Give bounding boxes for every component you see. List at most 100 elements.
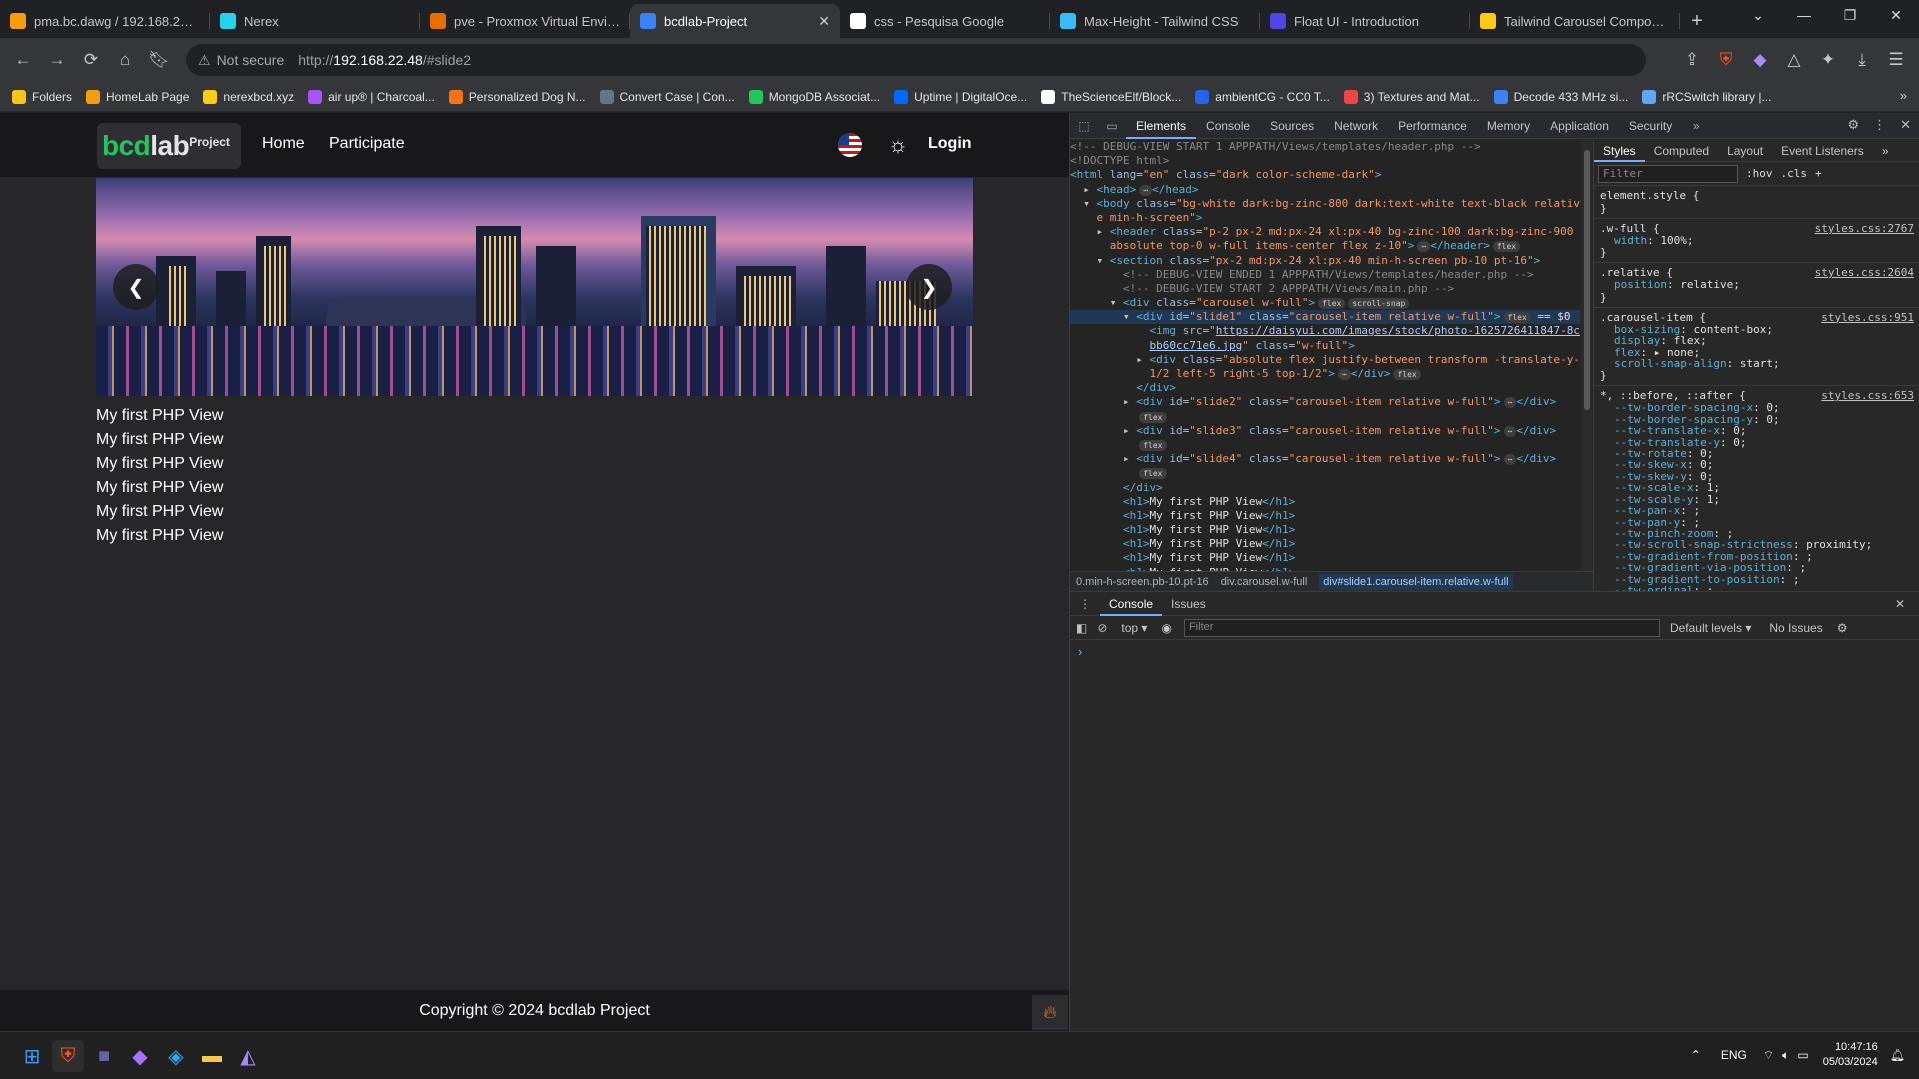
close-tab-icon[interactable]: ✕ (818, 13, 830, 30)
rewards-icon[interactable]: △ (1777, 43, 1811, 77)
nav-home-link[interactable]: Home (262, 135, 305, 153)
css-selector[interactable]: element.style { (1600, 189, 1914, 202)
bookmark-item[interactable]: rRCSwitch library |... (1642, 89, 1771, 104)
language-indicator[interactable]: ENG (1721, 1048, 1747, 1062)
browser-tab[interactable]: Max-Height - Tailwind CSS (1050, 4, 1260, 38)
default-levels-dropdown[interactable]: Default levels ▾ (1670, 621, 1751, 635)
tab-search-icon[interactable]: ⌄ (1735, 0, 1781, 30)
downloads-icon[interactable]: ⤓ (1845, 43, 1879, 77)
devtools-tab-performance[interactable]: Performance (1388, 113, 1477, 139)
bookmark-item[interactable]: Folders (12, 89, 72, 104)
menu-icon[interactable]: ☰ (1879, 43, 1913, 77)
breadcrumb-item-selected[interactable]: div#slide1.carousel-item.relative.w-full (1319, 573, 1513, 590)
bookmark-icon[interactable]: 🔖︎ (142, 43, 176, 77)
carousel-prev-button[interactable]: ❮ (113, 264, 159, 310)
close-devtools-icon[interactable]: ✕ (1900, 117, 1911, 133)
minimize-button[interactable]: — (1781, 0, 1827, 30)
css-declaration[interactable]: width: 100%; (1600, 235, 1914, 246)
site-logo[interactable]: bcdlab Project (97, 123, 241, 169)
inspect-element-icon[interactable]: ⬚ (1070, 119, 1098, 133)
kebab-menu-icon[interactable]: ⋮ (1873, 117, 1886, 133)
drawer-tab-console[interactable]: Console (1100, 592, 1163, 616)
new-tab-button[interactable]: + (1680, 4, 1714, 38)
close-drawer-icon[interactable]: ✕ (1886, 597, 1914, 611)
devtools-tab-sources[interactable]: Sources (1260, 113, 1324, 139)
reload-icon[interactable]: ⟳ (74, 43, 108, 77)
browser-tab[interactable]: Nerex (210, 4, 420, 38)
visual-studio-icon[interactable]: ◆ (124, 1040, 156, 1072)
drawer-menu-icon[interactable]: ⋮ (1070, 597, 1100, 611)
context-select[interactable]: top ▾ (1121, 621, 1147, 635)
devtools-tab-console[interactable]: Console (1196, 113, 1260, 139)
styles-more-icon[interactable]: » (1873, 140, 1898, 162)
settings-icon[interactable]: ⚙ (1847, 117, 1859, 133)
extensions-icon[interactable]: ✦ (1811, 43, 1845, 77)
css-declaration[interactable]: scroll-snap-align: start; (1600, 358, 1914, 369)
hov-toggle[interactable]: :hov (1746, 167, 1773, 180)
obsidian-icon[interactable]: ◭ (232, 1040, 264, 1072)
vscode-icon[interactable]: ◈ (160, 1040, 192, 1072)
browser-tab[interactable]: bcdlab-Project ✕ (630, 4, 840, 38)
login-link[interactable]: Login (928, 135, 972, 153)
css-source-link[interactable]: styles.css:951 (1821, 311, 1914, 324)
elements-scrollbar[interactable] (1582, 140, 1592, 571)
bookmark-item[interactable]: Personalized Dog N... (448, 89, 586, 104)
flame-icon[interactable]: 🔥︎ (1032, 995, 1068, 1030)
file-explorer-icon[interactable]: ▬ (196, 1040, 228, 1072)
styles-filter-input[interactable]: Filter (1598, 164, 1738, 183)
battery-icon[interactable]: ▭ (1797, 1048, 1808, 1062)
clear-console-icon[interactable]: ⊘ (1097, 621, 1107, 635)
devtools-tab-elements[interactable]: Elements (1126, 113, 1197, 139)
console-settings-icon[interactable]: ⚙ (1837, 621, 1848, 635)
bookmark-item[interactable]: 3) Textures and Mat... (1343, 89, 1480, 104)
bookmark-item[interactable]: MongoDB Associat... (748, 89, 880, 104)
nav-participate-link[interactable]: Participate (329, 135, 405, 153)
vpn-icon[interactable]: ◆ (1743, 43, 1777, 77)
console-filter-input[interactable]: Filter (1183, 618, 1660, 637)
bookmarks-overflow-icon[interactable]: » (1900, 88, 1907, 103)
sidebar-toggle-icon[interactable]: ◧ (1076, 621, 1087, 635)
device-toolbar-icon[interactable]: ▭ (1098, 119, 1126, 133)
devtools-tab-application[interactable]: Application (1540, 113, 1619, 139)
breadcrumb-item[interactable]: div.carousel.w-full (1221, 576, 1308, 588)
cls-toggle[interactable]: .cls (1781, 167, 1808, 180)
add-rule-icon[interactable]: + (1815, 167, 1822, 180)
clock[interactable]: 10:47:16 05/03/2024 (1823, 1040, 1878, 1070)
bookmark-item[interactable]: ambientCG - CC0 T... (1195, 89, 1330, 104)
windows-start-icon[interactable]: ⊞ (16, 1040, 48, 1072)
us-flag-icon[interactable] (838, 133, 862, 157)
css-source-link[interactable]: styles.css:2604 (1815, 266, 1914, 279)
bookmark-item[interactable]: TheScienceElf/Block... (1041, 89, 1181, 104)
browser-tab[interactable]: css - Pesquisa Google (840, 4, 1050, 38)
browser-tab[interactable]: Float UI - Introduction (1260, 4, 1470, 38)
bookmark-item[interactable]: Decode 433 MHz si... (1493, 89, 1628, 104)
more-tabs-icon[interactable]: » (1682, 119, 1710, 133)
css-source-link[interactable]: styles.css:653 (1821, 389, 1914, 402)
devtools-tab-network[interactable]: Network (1324, 113, 1388, 139)
back-icon[interactable]: ← (6, 43, 40, 77)
close-window-button[interactable]: ✕ (1873, 0, 1919, 30)
live-expression-eye-icon[interactable]: ◉ (1161, 621, 1171, 635)
browser-tab[interactable]: pma.bc.dawg / 192.168.22.48 (0, 4, 210, 38)
styles-subtab[interactable]: Styles (1594, 140, 1645, 162)
drawer-tab-issues[interactable]: Issues (1162, 597, 1215, 611)
elements-tree[interactable]: <!-- DEBUG-VIEW START 1 APPPATH/Views/te… (1070, 140, 1580, 571)
bookmark-item[interactable]: air up® | Charcoal... (308, 89, 435, 104)
css-source-link[interactable]: styles.css:2767 (1815, 222, 1914, 235)
carousel-next-button[interactable]: ❯ (906, 264, 952, 310)
devtools-tab-security[interactable]: Security (1619, 113, 1682, 139)
breadcrumb-item[interactable]: 0.min-h-screen.pb-10.pt-16 (1076, 576, 1209, 588)
network-icon[interactable]: ⌔ (1763, 1048, 1774, 1063)
share-icon[interactable]: ⇪ (1675, 43, 1709, 77)
teams-icon[interactable]: ■ (88, 1040, 120, 1072)
bookmark-item[interactable]: Uptime | DigitalOce... (894, 89, 1027, 104)
styles-subtab[interactable]: Layout (1718, 140, 1772, 162)
console-prompt[interactable]: › (1070, 640, 1919, 663)
css-declaration[interactable]: position: relative; (1600, 279, 1914, 290)
brave-shield-icon[interactable]: ⛨ (1709, 43, 1743, 77)
volume-icon[interactable]: 🔈︎ (1782, 1048, 1789, 1063)
tray-overflow-icon[interactable]: ⌃ (1691, 1048, 1701, 1062)
maximize-button[interactable]: ❐ (1827, 0, 1873, 30)
address-bar[interactable]: ⚠ Not secure http://192.168.22.48/#slide… (186, 44, 1646, 76)
bookmark-item[interactable]: HomeLab Page (86, 89, 189, 104)
